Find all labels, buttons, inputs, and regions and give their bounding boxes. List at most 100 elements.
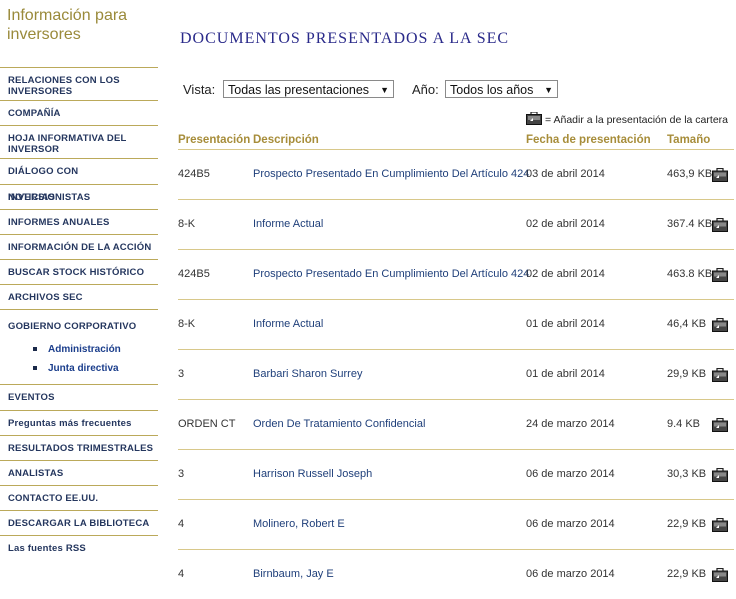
dropdown-arrow-icon: ▼: [380, 85, 389, 95]
filing-description-link[interactable]: Birnbaum, Jay E: [253, 568, 334, 580]
sec-filings-table: Presentación Descripción Fecha de presen…: [178, 133, 734, 599]
briefcase-add-icon[interactable]: [712, 517, 728, 535]
sidebar-nav: RELACIONES CON LOS INVERSORES COMPAÑÍA H…: [0, 67, 158, 560]
nav-dialogo[interactable]: DIÁLOGO CON INVERSIONISTAS: [0, 158, 158, 203]
filing-description-link[interactable]: Prospecto Presentado En Cumplimiento Del…: [253, 268, 529, 280]
filing-description-link[interactable]: Harrison Russell Joseph: [253, 468, 372, 480]
sidebar-title: Información para inversores: [7, 7, 128, 43]
nav-eventos[interactable]: EVENTOS: [0, 384, 158, 410]
submenu-label: Administración: [48, 344, 121, 355]
filing-description-link[interactable]: Informe Actual: [253, 318, 323, 330]
filing-description-link[interactable]: Informe Actual: [253, 218, 323, 230]
header-fecha[interactable]: Fecha de presentación: [526, 134, 651, 146]
nav-compania[interactable]: COMPAÑÍA: [0, 100, 158, 125]
cell-form: 3: [178, 468, 185, 480]
briefcase-add-icon[interactable]: [712, 417, 728, 435]
cell-form: 8-K: [178, 218, 196, 230]
briefcase-add-icon[interactable]: [712, 317, 728, 335]
cell-size: 22,9 KB: [667, 518, 707, 530]
cell-size: 30,3 KB: [667, 468, 707, 480]
filing-description-link[interactable]: Molinero, Robert E: [253, 518, 345, 530]
view-select-value: Todas las presentaciones: [228, 83, 370, 97]
header-descripcion[interactable]: Descripción: [253, 134, 319, 146]
year-select[interactable]: Todos los años ▼: [445, 80, 558, 98]
nav-descargar[interactable]: DESCARGAR LA BIBLIOTECA: [0, 510, 158, 535]
briefcase-add-icon: [526, 111, 542, 128]
cell-date: 06 de marzo 2014: [526, 568, 615, 580]
briefcase-add-icon[interactable]: [712, 567, 728, 585]
main-content: DOCUMENTOS PRESENTADOS A LA SEC Vista: T…: [178, 0, 734, 582]
submenu-item-junta[interactable]: Junta directiva: [0, 359, 158, 378]
cell-date: 02 de abril 2014: [526, 268, 605, 280]
nav-rss[interactable]: Las fuentes RSS: [0, 535, 158, 560]
cell-size: 9.4 KB: [667, 418, 701, 430]
table-row: 424B5 Prospecto Presentado En Cumplimient…: [178, 149, 734, 199]
table-row: 424B5 Prospecto Presentado En Cumplimient…: [178, 249, 734, 299]
submenu-item-administracion[interactable]: Administración: [0, 340, 158, 359]
year-select-value: Todos los años: [450, 83, 534, 97]
table-row: 4 Molinero, Robert E 06 de marzo 2014 22,9 …: [178, 499, 734, 549]
view-label: Vista:: [183, 82, 216, 97]
cell-form: 3: [178, 368, 185, 380]
cell-form: 4: [178, 518, 185, 530]
page-title: DOCUMENTOS PRESENTADOS A LA SEC: [180, 30, 510, 47]
legend-text: = Añadir a la presentación de la cartera: [545, 113, 728, 126]
nav-preguntas[interactable]: Preguntas más frecuentes: [0, 410, 158, 435]
briefcase-add-icon[interactable]: [712, 467, 728, 485]
filing-description-link[interactable]: Prospecto Presentado En Cumplimiento Del…: [253, 168, 529, 180]
nav-relaciones[interactable]: RELACIONES CON LOS INVERSORES: [0, 67, 158, 100]
filters-bar: Vista: Todas las presentaciones ▼ Año: T…: [183, 80, 583, 100]
nav-archivos-sec[interactable]: ARCHIVOS SEC: [0, 284, 158, 309]
nav-contacto[interactable]: CONTACTO EE.UU.: [0, 485, 158, 510]
cell-size: 367.4 KB: [667, 218, 713, 230]
cell-size: 463,9 KB: [667, 168, 713, 180]
table-row: 3 Barbari Sharon Surrey 01 de abril 2014 29…: [178, 349, 734, 399]
cell-size: 22,9 KB: [667, 568, 707, 580]
nav-hoja-informativa[interactable]: HOJA INFORMATIVA DEL INVERSOR: [0, 125, 158, 158]
header-presentacion[interactable]: Presentación: [178, 134, 250, 146]
table-row: 8-K Informe Actual 02 de abril 2014 367.4 K…: [178, 199, 734, 249]
briefcase-add-icon[interactable]: [712, 267, 728, 285]
bullet-icon: [33, 347, 37, 351]
cell-form: ORDEN CT: [178, 418, 236, 430]
table-body: 424B5 Prospecto Presentado En Cumplimient…: [178, 149, 734, 599]
nav-analistas[interactable]: ANALISTAS: [0, 460, 158, 485]
cell-form: 8-K: [178, 318, 196, 330]
table-row: 8-K Informe Actual 01 de abril 2014 46,4 KB: [178, 299, 734, 349]
table-row: 4 Birnbaum, Jay E 06 de marzo 2014 22,9 KB: [178, 549, 734, 599]
dropdown-arrow-icon: ▼: [544, 85, 553, 95]
cell-form: 424B5: [178, 268, 210, 280]
briefcase-add-icon[interactable]: [712, 367, 728, 385]
header-tamano[interactable]: Tamaño: [667, 134, 710, 146]
cell-form: 424B5: [178, 168, 210, 180]
view-select[interactable]: Todas las presentaciones ▼: [223, 80, 394, 98]
cell-date: 01 de abril 2014: [526, 318, 605, 330]
cell-size: 463.8 KB: [667, 268, 713, 280]
portfolio-legend: = Añadir a la presentación de la cartera: [526, 111, 728, 128]
filing-description-link[interactable]: Orden De Tratamiento Confidencial: [253, 418, 425, 430]
cell-date: 01 de abril 2014: [526, 368, 605, 380]
cell-size: 29,9 KB: [667, 368, 707, 380]
nav-buscar-stock[interactable]: BUSCAR STOCK HISTÓRICO: [0, 259, 158, 284]
nav-informacion-accion[interactable]: INFORMACIÓN DE LA ACCIÓN: [0, 234, 158, 259]
cell-date: 24 de marzo 2014: [526, 418, 615, 430]
gobierno-submenu: Administración Junta directiva: [0, 333, 158, 384]
briefcase-add-icon[interactable]: [712, 217, 728, 235]
table-header: Presentación Descripción Fecha de presen…: [178, 133, 734, 149]
cell-date: 06 de marzo 2014: [526, 468, 615, 480]
cell-date: 03 de abril 2014: [526, 168, 605, 180]
filing-description-link[interactable]: Barbari Sharon Surrey: [253, 368, 362, 380]
nav-gobierno[interactable]: GOBIERNO CORPORATIVO: [0, 309, 158, 333]
bullet-icon: [33, 366, 37, 370]
submenu-label: Junta directiva: [48, 363, 119, 374]
year-label: Año:: [412, 82, 439, 97]
cell-size: 46,4 KB: [667, 318, 707, 330]
sidebar: Información para inversores RELACIONES C…: [0, 0, 158, 582]
cell-form: 4: [178, 568, 185, 580]
nav-resultados[interactable]: RESULTADOS TRIMESTRALES: [0, 435, 158, 460]
cell-date: 02 de abril 2014: [526, 218, 605, 230]
nav-informes-anuales[interactable]: INFORMES ANUALES: [0, 209, 158, 234]
briefcase-add-icon[interactable]: [712, 167, 728, 185]
table-row: 3 Harrison Russell Joseph 06 de marzo 2014…: [178, 449, 734, 499]
cell-date: 06 de marzo 2014: [526, 518, 615, 530]
